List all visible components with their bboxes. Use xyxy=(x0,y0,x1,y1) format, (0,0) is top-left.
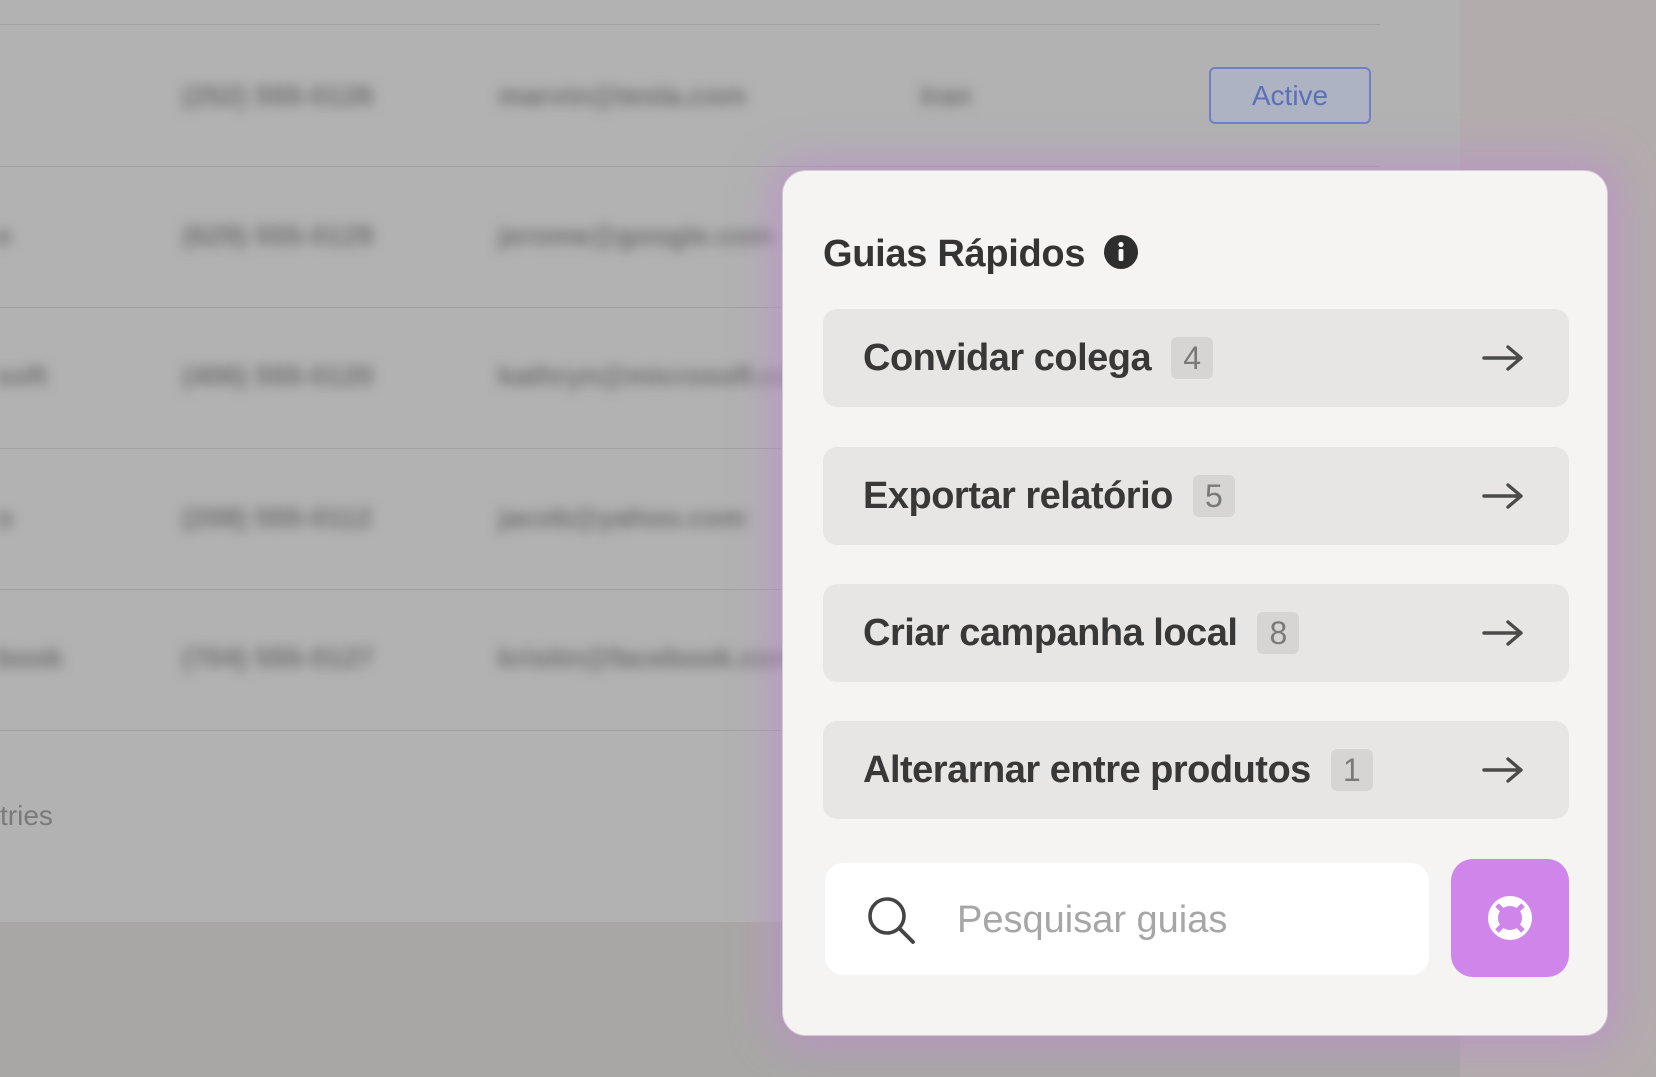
guide-label: Exportar relatório xyxy=(863,474,1173,517)
phone-cell: (406) 555-0120 xyxy=(182,360,374,391)
company-cell: book xyxy=(0,642,63,673)
row-divider xyxy=(0,24,1380,25)
row-divider xyxy=(0,166,1380,167)
guide-count-badge: 8 xyxy=(1257,612,1300,654)
guide-item-convidar-colega[interactable]: Convidar colega 4 xyxy=(823,309,1569,407)
company-cell: o xyxy=(0,502,14,533)
popover-title: Guias Rápidos xyxy=(823,233,1086,275)
email-cell: kathryn@microsoft.com xyxy=(498,360,820,391)
phone-cell: (252) 555-0126 xyxy=(182,80,374,111)
info-circle-icon[interactable] xyxy=(1103,234,1139,270)
arrow-right-icon xyxy=(1482,345,1523,371)
arrow-right-icon xyxy=(1482,757,1523,783)
email-cell: marvin@tesla.com xyxy=(498,80,747,111)
company-cell: e xyxy=(0,220,12,251)
arrow-right-icon xyxy=(1482,620,1523,646)
guide-item-criar-campanha-local[interactable]: Criar campanha local 8 xyxy=(823,584,1569,682)
status-badge[interactable]: Active xyxy=(1209,67,1371,124)
guide-label: Criar campanha local xyxy=(863,611,1238,654)
email-cell: jacob@yahoo.com xyxy=(498,502,747,533)
country-cell: Iran xyxy=(920,80,972,111)
search-icon xyxy=(868,897,915,944)
guide-item-exportar-relatorio[interactable]: Exportar relatório 5 xyxy=(823,447,1569,545)
arrow-right-icon xyxy=(1482,483,1523,509)
guide-item-alternar-entre-produtos[interactable]: Alterarnar entre produtos 1 xyxy=(823,721,1569,819)
lifebuoy-icon xyxy=(1488,896,1532,940)
help-button[interactable] xyxy=(1451,859,1569,977)
phone-cell: (208) 555-0112 xyxy=(182,502,372,533)
email-cell: jerome@google.com xyxy=(498,220,775,251)
pagination-summary: tries xyxy=(0,800,53,831)
search-box[interactable] xyxy=(825,863,1429,975)
guide-count-badge: 5 xyxy=(1192,475,1235,517)
guide-label: Convidar colega xyxy=(863,336,1152,379)
phone-cell: (629) 555-0129 xyxy=(182,220,374,251)
guide-label: Alterarnar entre produtos xyxy=(863,748,1311,791)
phone-cell: (704) 555-0127 xyxy=(182,642,374,673)
company-cell: soft xyxy=(0,360,48,391)
email-cell: kristin@facebook.com xyxy=(498,642,798,673)
guide-count-badge: 1 xyxy=(1330,749,1373,791)
quick-guides-popover: Guias Rápidos Convidar colega 4 Exportar… xyxy=(782,170,1608,1036)
guide-count-badge: 4 xyxy=(1171,337,1214,379)
search-input[interactable] xyxy=(955,891,1409,949)
